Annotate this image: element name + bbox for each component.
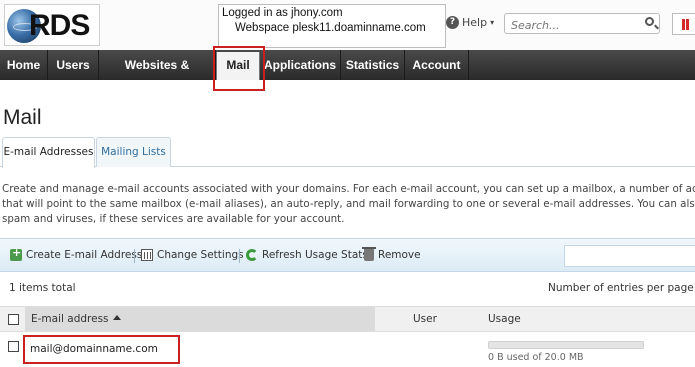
main-nav: Home Users Websites & Domains Mail Appli… [0, 50, 695, 102]
add-mail-icon [10, 246, 22, 261]
help-label: Help [462, 16, 488, 29]
column-email-address[interactable]: E-mail address [25, 307, 375, 331]
usage-bar [488, 341, 644, 349]
refresh-label: Refresh Usage Stats [262, 249, 368, 261]
column-user[interactable]: User [413, 313, 437, 325]
remove-button[interactable]: Remove [362, 247, 421, 261]
tab-mailing-lists[interactable]: Mailing Lists [96, 137, 171, 167]
nav-item-account[interactable]: Account [405, 50, 469, 80]
trash-icon [362, 247, 376, 261]
settings-icon [141, 249, 153, 261]
remove-label: Remove [378, 249, 421, 261]
app-header: RDS Logged in as jhony.com Webspace ples… [0, 0, 695, 52]
toolbar-divider [134, 249, 135, 263]
description-line: Create and manage e-mail accounts associ… [2, 183, 695, 195]
change-settings-label: Change Settings [157, 249, 244, 261]
search-input[interactable] [505, 16, 635, 35]
create-email-label: Create E-mail Address [26, 249, 143, 261]
webspace-label[interactable]: Webspace plesk11.doaminname.com [235, 22, 426, 34]
nav-item-home[interactable]: Home [0, 50, 48, 80]
login-info: Logged in as jhony.com Webspace plesk11.… [218, 4, 446, 48]
logo-text: RDS [29, 9, 90, 42]
select-all-checkbox[interactable] [8, 314, 19, 325]
logo[interactable]: RDS [4, 4, 100, 46]
email-highlight [23, 335, 180, 364]
row-checkbox[interactable] [8, 341, 19, 352]
logged-in-label: Logged in as jhony.com [222, 7, 343, 19]
column-label: E-mail address [31, 313, 121, 325]
entries-per-page[interactable]: Number of entries per page: 10 [548, 282, 695, 294]
chevron-down-icon: ▾ [490, 18, 495, 27]
items-total: 1 items total [9, 282, 76, 294]
help-menu[interactable]: ? Help ▾ [446, 16, 494, 29]
description-line: that will point to the same mailbox (e-m… [2, 198, 695, 210]
search-box [504, 13, 660, 35]
nav-item-statistics[interactable]: Statistics [341, 50, 405, 80]
column-usage[interactable]: Usage [488, 313, 521, 325]
table-header: E-mail address User Usage [0, 306, 695, 332]
create-email-button[interactable]: Create E-mail Address [10, 246, 143, 261]
sort-ascending-icon [112, 315, 121, 320]
usage-text: 0 B used of 20.0 MB [488, 352, 584, 363]
search-icon[interactable] [645, 17, 654, 26]
nav-item-websites-domains[interactable]: Websites & Domains [99, 50, 216, 102]
description-line: spam and viruses, if these services are … [2, 213, 345, 225]
pause-icon[interactable] [672, 13, 695, 35]
page-title: Mail [3, 106, 42, 129]
toolbar-search-input[interactable] [564, 245, 695, 267]
nav-item-applications[interactable]: Applications [260, 50, 341, 80]
tab-bar: E-mail Addresses Mailing Lists [0, 137, 695, 168]
change-settings-button[interactable]: Change Settings [141, 249, 244, 261]
refresh-usage-button[interactable]: Refresh Usage Stats [246, 249, 368, 261]
toolbar: Create E-mail Address Change Settings Re… [0, 238, 695, 272]
mail-tab-highlight [213, 46, 265, 91]
help-icon: ? [446, 16, 459, 29]
page-description: Create and manage e-mail accounts associ… [2, 182, 695, 227]
tab-email-addresses[interactable]: E-mail Addresses [2, 137, 95, 168]
refresh-icon [246, 249, 258, 261]
toolbar-divider [239, 249, 240, 263]
nav-item-users[interactable]: Users [48, 50, 99, 80]
